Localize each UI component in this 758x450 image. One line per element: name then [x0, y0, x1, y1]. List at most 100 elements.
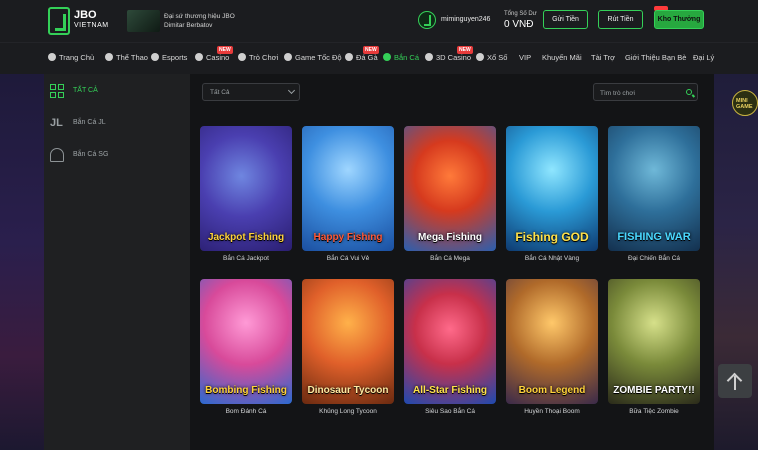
game-thumbnail: Fishing GOD — [506, 126, 598, 251]
main-nav: Trang Chủ Thể Thao Esports Casino NEW Trò… — [0, 42, 758, 74]
game-name: Bữa Tiệc Zombie — [629, 408, 679, 415]
nav-item-sponsor[interactable]: Tài Trợ — [591, 53, 615, 62]
game-card-mega-fishing[interactable]: Mega Fishing Bắn Cá Mega — [404, 126, 496, 264]
nav-item-referral[interactable]: Giới Thiệu Bạn Bè — [625, 53, 686, 62]
game-card-fishing-god[interactable]: Fishing GOD Bắn Cá Nhật Vàng — [506, 126, 598, 264]
mini-game-button[interactable]: MINI GAME — [732, 90, 758, 116]
ambassador-photo — [127, 10, 160, 32]
nav-item-vip[interactable]: VIP — [519, 53, 531, 62]
game-card-fishing-war[interactable]: FISHING WAR Đại Chiến Bắn Cá — [608, 126, 700, 264]
game-card-all-star-fishing[interactable]: All-Star Fishing Siêu Sao Bắn Cá — [404, 279, 496, 417]
game-thumbnail: Mega Fishing — [404, 126, 496, 251]
nav-item-home[interactable]: Trang Chủ — [48, 53, 94, 62]
nav-label: Thể Thao — [116, 53, 148, 62]
logo-sub: VIETNAM — [74, 22, 109, 29]
game-name: Siêu Sao Bắn Cá — [425, 408, 475, 415]
nav-label: Tài Trợ — [591, 53, 616, 62]
search-icon[interactable] — [686, 89, 692, 95]
sidebar-item-jl[interactable]: JL Bắn Cá JL — [44, 108, 190, 138]
spade-icon — [50, 148, 64, 162]
grid-icon — [50, 84, 64, 98]
fish-icon — [383, 53, 391, 61]
top-bar: JBO VIETNAM Đại sứ thương hiệu JBO Dimit… — [0, 0, 758, 42]
game-card-dinosaur-tycoon[interactable]: Dinosaur Tycoon Khủng Long Tycoon — [302, 279, 394, 417]
mini-game-label: MINI GAME — [736, 98, 753, 110]
nav-item-casino[interactable]: Casino NEW — [195, 46, 233, 62]
game-thumbnail: FISHING WAR — [608, 126, 700, 251]
lottery-icon — [476, 53, 484, 61]
game-list-panel: Tất Cả Jackpot Fishing Bắn Cá Jackpot Ha… — [190, 74, 714, 450]
game-thumbnail: ZOMBIE PARTY!! — [608, 279, 700, 404]
game-thumbnail: Bombing Fishing — [200, 279, 292, 404]
bonus-button[interactable]: Kho Thưởng — [654, 10, 704, 29]
page: JBO VIETNAM Đại sứ thương hiệu JBO Dimit… — [0, 0, 758, 450]
nav-item-cockfight[interactable]: Đá Gà NEW — [345, 46, 379, 62]
game-name: Bắn Cá Nhật Vàng — [524, 255, 580, 262]
game-card-bombing-fishing[interactable]: Bombing Fishing Bom Đánh Cá — [200, 279, 292, 417]
jl-logo-icon: JL — [50, 117, 63, 129]
nav-label: Xổ Số — [487, 53, 508, 62]
soccer-icon — [105, 53, 113, 61]
game-title-art: Mega Fishing — [418, 232, 482, 243]
game-title-art: Fishing GOD — [515, 230, 589, 244]
nav-item-3d-casino[interactable]: 3D Casino NEW — [425, 46, 473, 62]
game-card-boom-legend[interactable]: Boom Legend Huyền Thoại Boom — [506, 279, 598, 417]
game-name: Khủng Long Tycoon — [319, 408, 377, 415]
game-thumbnail: Dinosaur Tycoon — [302, 279, 394, 404]
nav-label: Trang Chủ — [59, 53, 95, 62]
game-card-happy-fishing[interactable]: Happy Fishing Bắn Cá Vui Vẻ — [302, 126, 394, 264]
sidebar-item-label: TẤT CẢ — [73, 87, 98, 94]
speed-icon — [284, 53, 292, 61]
nav-item-promotions[interactable]: Khuyến Mãi — [542, 53, 582, 62]
withdraw-button[interactable]: Rút Tiền — [598, 10, 643, 29]
nav-label: Giới Thiệu Bạn Bè — [625, 53, 687, 62]
sidebar-item-all[interactable]: TẤT CẢ — [44, 76, 190, 106]
nav-item-sports[interactable]: Thể Thao — [105, 53, 148, 62]
sidebar-item-sg[interactable]: Bắn Cá SG — [44, 140, 190, 170]
ambassador-line1: Đại sứ thương hiệu JBO — [164, 13, 235, 20]
nav-item-fishing[interactable]: Bắn Cá — [383, 53, 419, 62]
logo-brand: JBO — [74, 9, 97, 21]
game-thumbnail: Jackpot Fishing — [200, 126, 292, 251]
new-badge: NEW — [363, 46, 379, 54]
games-icon — [238, 53, 246, 61]
cube-icon — [425, 53, 433, 61]
game-title-art: Boom Legend — [518, 385, 586, 396]
game-title-art: Bombing Fishing — [205, 385, 287, 396]
game-title-art: Jackpot Fishing — [207, 232, 285, 243]
game-name: Huyền Thoại Boom — [524, 408, 580, 415]
game-thumbnail: Happy Fishing — [302, 126, 394, 251]
search-input[interactable] — [600, 87, 684, 99]
game-card-jackpot-fishing[interactable]: Jackpot Fishing Bắn Cá Jackpot — [200, 126, 292, 264]
game-title-art: All-Star Fishing — [413, 385, 487, 396]
game-title-art: Happy Fishing — [313, 232, 383, 243]
deposit-button[interactable]: Gửi Tiền — [543, 10, 588, 29]
background-art-left — [0, 74, 44, 450]
nav-label: Trò Chơi — [249, 53, 279, 62]
game-name: Bắn Cá Jackpot — [223, 255, 269, 262]
game-thumbnail: Boom Legend — [506, 279, 598, 404]
provider-filter-select[interactable]: Tất Cả — [202, 83, 300, 101]
nav-item-games[interactable]: Trò Chơi — [238, 53, 278, 62]
ambassador-line2: Dimitar Berbatov — [164, 22, 213, 29]
game-name: Bom Đánh Cá — [225, 408, 267, 415]
casino-icon — [195, 53, 203, 61]
nav-label: Đá Gà — [356, 53, 378, 62]
nav-item-fast-games[interactable]: Game Tốc Độ — [284, 53, 342, 62]
home-icon — [48, 53, 56, 61]
nav-item-lottery[interactable]: Xổ Số — [476, 53, 507, 62]
nav-item-esports[interactable]: Esports — [151, 53, 187, 62]
game-card-zombie-party[interactable]: ZOMBIE PARTY!! Bữa Tiệc Zombie — [608, 279, 700, 417]
user-avatar-icon[interactable] — [418, 11, 436, 29]
logo[interactable]: JBO VIETNAM — [48, 7, 110, 35]
game-name: Đại Chiến Bắn Cá — [627, 255, 681, 262]
nav-item-agent[interactable]: Đại Lý — [693, 53, 714, 62]
scroll-to-top-button[interactable] — [718, 364, 752, 398]
username[interactable]: miminguyen246 — [441, 16, 490, 23]
nav-label: Game Tốc Độ — [295, 53, 342, 62]
sidebar-item-label: Bắn Cá JL — [73, 119, 106, 126]
game-name: Bắn Cá Vui Vẻ — [326, 255, 370, 262]
gamepad-icon — [151, 53, 159, 61]
balance-label: Tổng Số Dư — [504, 11, 537, 17]
new-badge: NEW — [457, 46, 473, 54]
